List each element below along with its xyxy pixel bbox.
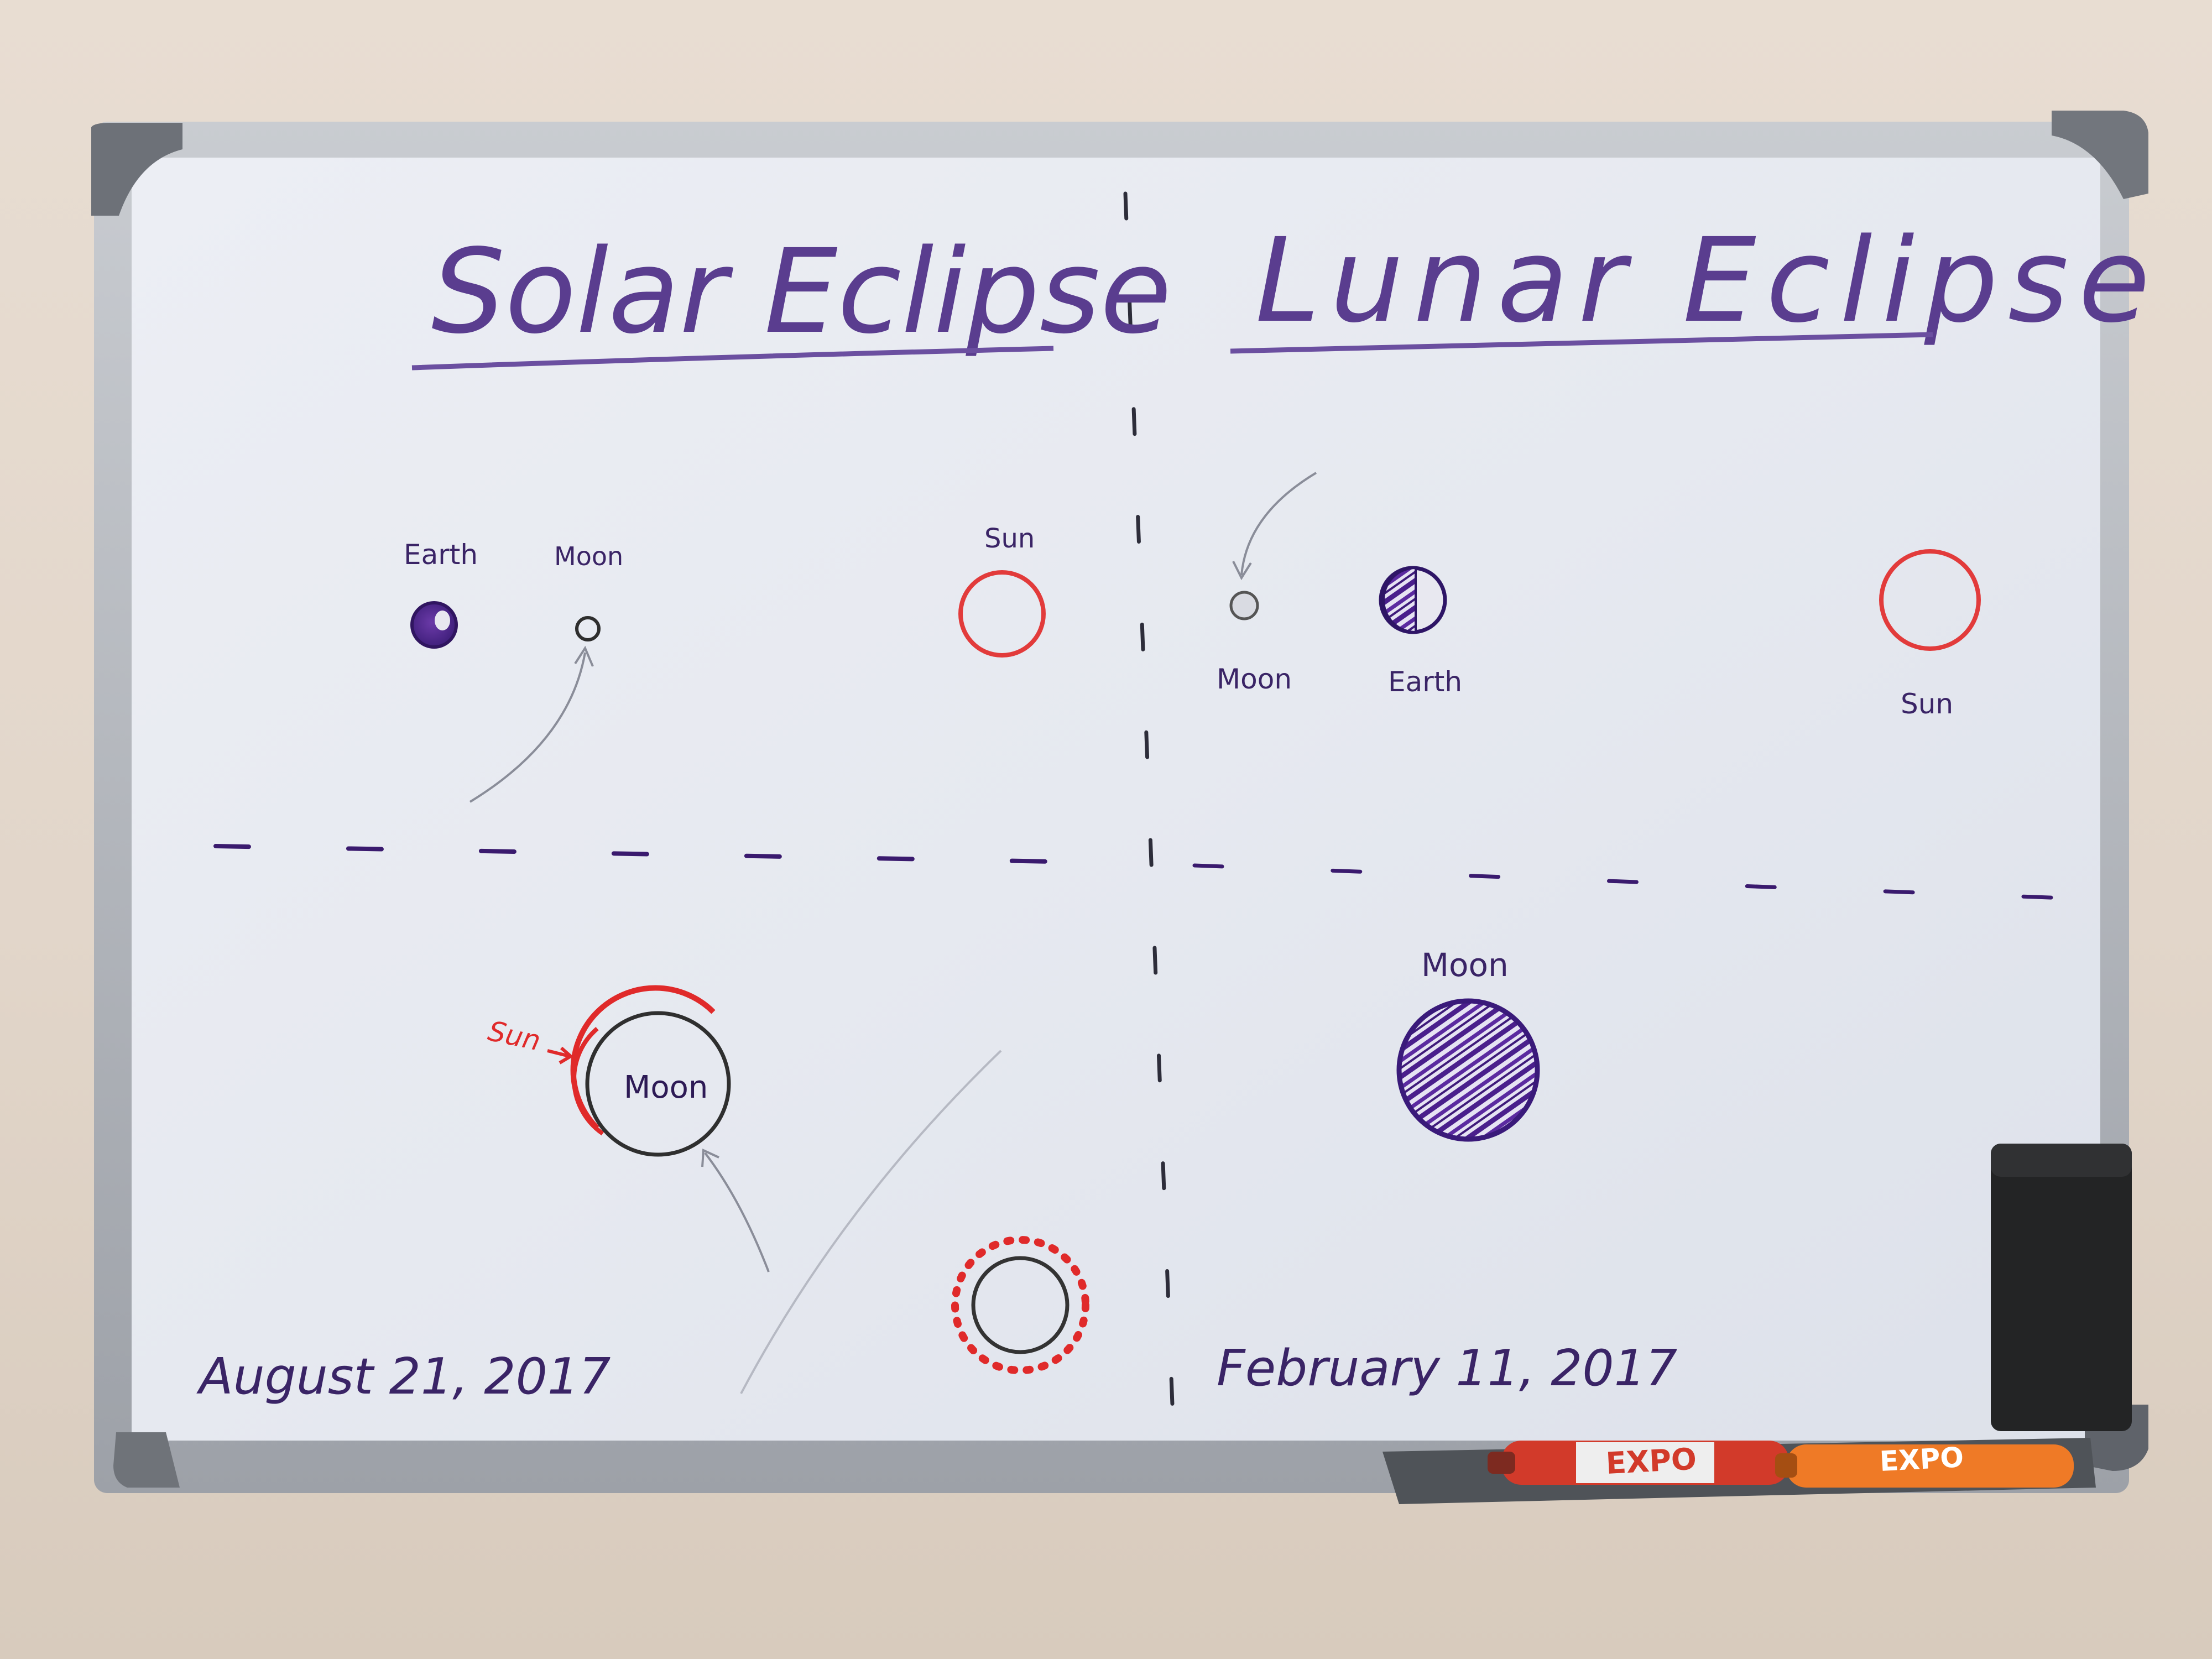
lunar-earth-label: Earth (1388, 666, 1462, 698)
solar-eclipse-title: Solar Eclipse (431, 224, 1172, 359)
solar-moon-label: Moon (554, 541, 623, 571)
marker-red[interactable]: EXPO (1488, 1441, 1789, 1485)
whiteboard-photo: EXPO EXPO Solar Eclipse Earth Moon Sun M… (91, 111, 2160, 1504)
solar-earth-lit-side (435, 611, 450, 630)
lunar-moon (1229, 591, 1259, 620)
lunar-eclipse-title: Lunar Eclipse (1255, 213, 2160, 348)
marker-orange[interactable]: EXPO (1775, 1441, 2074, 1488)
marker-red-brand: EXPO (1605, 1441, 1697, 1480)
solar-detail-moon-label: Moon (624, 1070, 708, 1105)
solar-earth-label: Earth (404, 539, 478, 571)
lunar-detail-moon (1396, 998, 1540, 1142)
eraser-top (1991, 1144, 2132, 1177)
board-eraser[interactable] (1991, 1144, 2132, 1431)
solar-sun-label: Sun (984, 523, 1035, 554)
marker-orange-brand: EXPO (1879, 1441, 1965, 1478)
lunar-sun-label: Sun (1901, 688, 1953, 720)
lunar-detail-moon-label: Moon (1421, 946, 1509, 984)
solar-earth (410, 601, 458, 649)
lunar-eclipse-date: February 11, 2017 (1217, 1339, 1677, 1397)
solar-eclipse-date: August 21, 2017 (196, 1348, 611, 1406)
lunar-moon-label: Moon (1217, 663, 1292, 695)
